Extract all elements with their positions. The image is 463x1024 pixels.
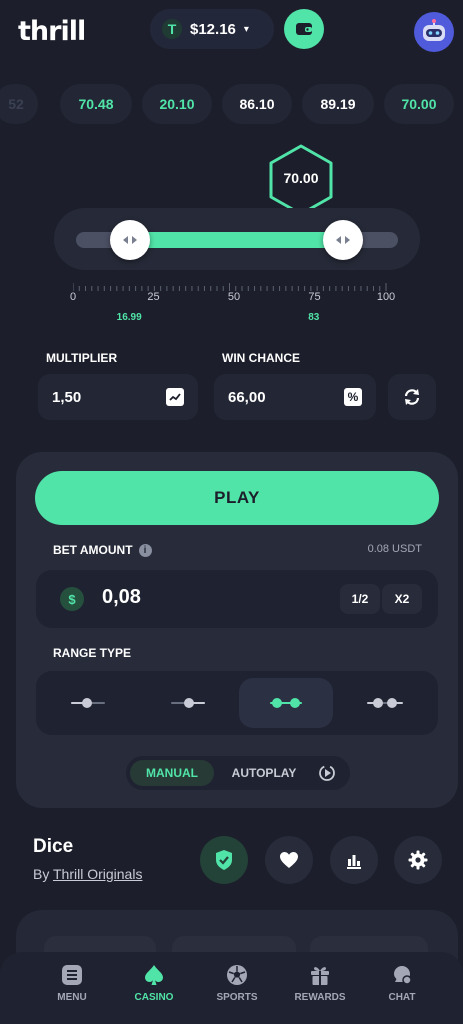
bet-amount-value: 0,08: [102, 586, 141, 608]
menu-icon: [62, 965, 82, 985]
nav-label: CASINO: [134, 992, 174, 1003]
settings-button[interactable]: [394, 836, 442, 884]
drag-handle-icon: [123, 236, 137, 244]
drag-handle-icon: [336, 236, 350, 244]
bar-chart-icon: [347, 855, 361, 869]
range-slider-fill: [130, 232, 343, 248]
bet-amount-usdt: 0.08 USDT: [367, 543, 422, 555]
gift-icon: [311, 967, 329, 985]
win-chance-input[interactable]: 66,00 %: [214, 374, 376, 420]
refresh-icon: [404, 389, 420, 405]
user-avatar[interactable]: [414, 12, 454, 52]
slider-handle-upper[interactable]: [323, 220, 363, 260]
nav-sports[interactable]: SPORTS: [197, 964, 277, 1003]
nav-chat[interactable]: CHAT: [362, 964, 442, 1003]
shield-check-icon: [216, 850, 232, 870]
bet-amount-heading: BET AMOUNT i: [53, 543, 152, 557]
history-chip: 89.19: [302, 84, 374, 124]
result-value: 70.00: [283, 170, 319, 186]
nav-rewards[interactable]: REWARDS: [280, 964, 360, 1003]
history-chip: 70.48: [60, 84, 132, 124]
autoplay-icon: [319, 765, 335, 781]
spade-icon: [145, 965, 163, 985]
multiplier-input[interactable]: 1,50: [38, 374, 198, 420]
range-outside-icon: [367, 698, 403, 708]
upper-bound-label: 83: [308, 312, 320, 323]
history-chip: 52: [0, 84, 38, 124]
range-type-over[interactable]: [140, 678, 234, 728]
fairness-button[interactable]: [200, 836, 248, 884]
tick-label: 75: [308, 291, 321, 303]
history-chip: 86.10: [222, 84, 292, 124]
tether-icon: T: [162, 19, 182, 39]
chat-icon: [394, 966, 412, 985]
bet-amount-label: BET AMOUNT: [53, 543, 133, 557]
lower-bound-label: 16.99: [116, 312, 142, 323]
play-button[interactable]: PLAY: [35, 471, 439, 525]
tick-label: 100: [376, 291, 396, 303]
provider-link[interactable]: Thrill Originals: [53, 866, 142, 882]
balance-selector[interactable]: T $12.16 ▾: [150, 9, 274, 49]
multiplier-label: MULTIPLIER: [46, 351, 118, 365]
gear-icon: [408, 850, 428, 870]
win-chance-label: WIN CHANCE: [222, 351, 300, 365]
percent-icon: %: [344, 388, 362, 406]
range-type-outside[interactable]: [338, 678, 432, 728]
trend-chart-icon: [166, 388, 184, 406]
half-bet-button[interactable]: 1/2: [340, 584, 380, 614]
heart-icon: [280, 852, 298, 868]
info-icon[interactable]: i: [138, 543, 152, 557]
range-between-icon: [270, 698, 302, 708]
result-history: 52 70.48 20.10 86.10 89.19 70.00: [0, 84, 463, 124]
wallet-button[interactable]: [284, 9, 324, 49]
provider-prefix: By: [33, 866, 53, 882]
wallet-icon: [296, 23, 312, 35]
robot-avatar-icon: [423, 19, 445, 41]
double-bet-button[interactable]: X2: [382, 584, 422, 614]
dollar-coin-icon: $: [60, 587, 84, 611]
favorite-button[interactable]: [265, 836, 313, 884]
range-type-label: RANGE TYPE: [53, 646, 132, 660]
range-under-icon: [71, 698, 105, 708]
nav-casino[interactable]: CASINO: [114, 964, 194, 1003]
nav-label: REWARDS: [294, 992, 346, 1003]
tick-label: 25: [147, 291, 160, 303]
history-chip: 20.10: [142, 84, 212, 124]
swap-button[interactable]: [388, 374, 436, 420]
slider-ticks: [73, 283, 387, 291]
range-type-between[interactable]: [239, 678, 333, 728]
tab-manual[interactable]: MANUAL: [130, 760, 214, 786]
tick-label: 0: [69, 291, 77, 303]
stats-button[interactable]: [330, 836, 378, 884]
tab-autoplay[interactable]: AUTOPLAY: [220, 760, 308, 786]
nav-label: CHAT: [388, 992, 416, 1003]
balance-amount: $12.16: [190, 20, 236, 38]
game-provider: By Thrill Originals: [33, 866, 142, 882]
nav-menu[interactable]: MENU: [32, 964, 112, 1003]
thrill-logo[interactable]: thrill: [18, 16, 86, 47]
nav-label: SPORTS: [216, 992, 258, 1003]
history-chip: 70.00: [384, 84, 454, 124]
chevron-down-icon: ▾: [243, 23, 249, 35]
slider-handle-lower[interactable]: [110, 220, 150, 260]
nav-label: MENU: [57, 992, 87, 1003]
autoplay-settings-button[interactable]: [318, 764, 336, 787]
range-over-icon: [171, 698, 205, 708]
tick-label: 50: [227, 291, 241, 303]
win-chance-value: 66,00: [228, 388, 266, 406]
soccer-ball-icon: [227, 965, 247, 985]
range-type-under[interactable]: [42, 678, 136, 728]
game-title: Dice: [33, 836, 74, 857]
multiplier-value: 1,50: [52, 388, 82, 406]
